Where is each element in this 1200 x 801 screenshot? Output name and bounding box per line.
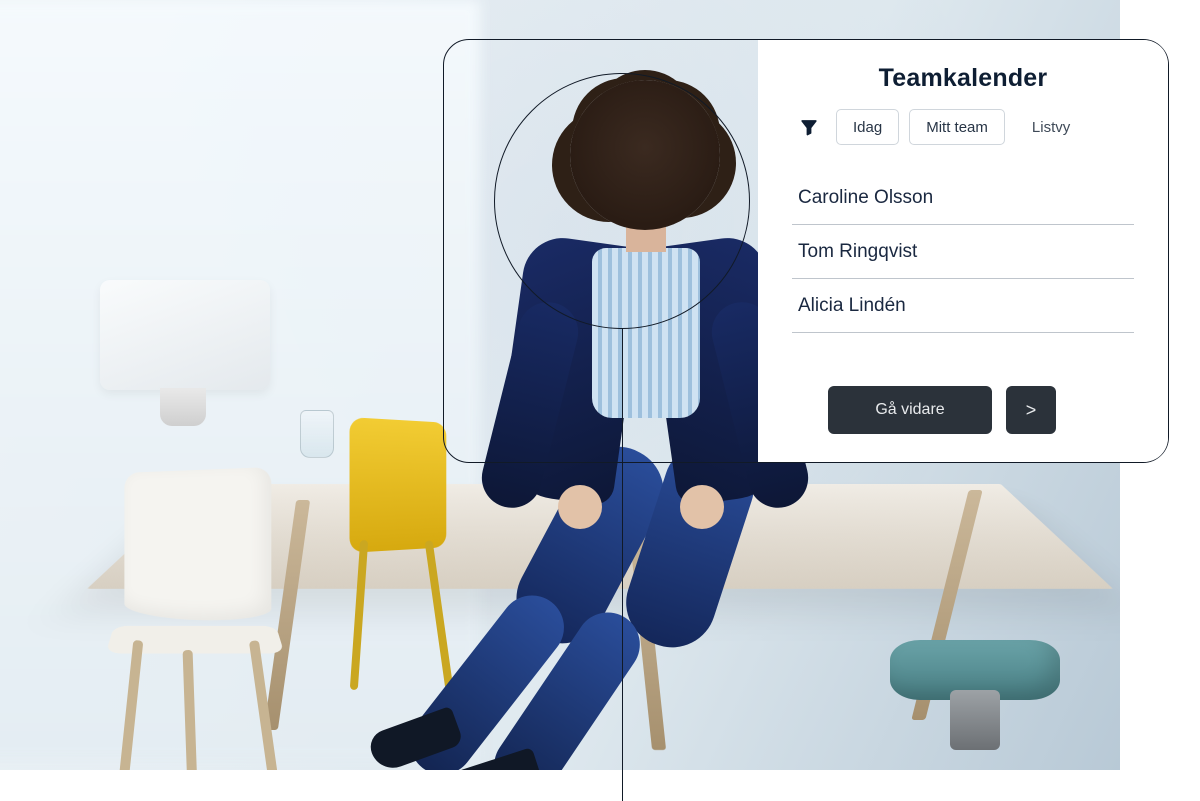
list-item[interactable]: Alicia Lindén xyxy=(792,279,1134,333)
next-button[interactable]: > xyxy=(1006,386,1056,434)
filter-today[interactable]: Idag xyxy=(836,109,899,145)
filter-my-team[interactable]: Mitt team xyxy=(909,109,1005,145)
list-item[interactable]: Caroline Olsson xyxy=(792,171,1134,225)
actions-bar: Gå vidare > xyxy=(792,360,1134,434)
filter-bar: Idag Mitt team Listvy xyxy=(792,109,1134,145)
filter-icon[interactable] xyxy=(792,109,826,145)
continue-button[interactable]: Gå vidare xyxy=(828,386,992,434)
people-list: Caroline Olsson Tom Ringqvist Alicia Lin… xyxy=(792,171,1134,333)
card-title: Teamkalender xyxy=(792,64,1134,93)
team-calendar-panel: Teamkalender Idag Mitt team Listvy Carol… xyxy=(758,40,1168,462)
chevron-right-icon: > xyxy=(1026,400,1037,421)
list-item[interactable]: Tom Ringqvist xyxy=(792,225,1134,279)
team-calendar-card: Teamkalender Idag Mitt team Listvy Carol… xyxy=(443,39,1169,463)
filter-list-view[interactable]: Listvy xyxy=(1015,109,1087,145)
